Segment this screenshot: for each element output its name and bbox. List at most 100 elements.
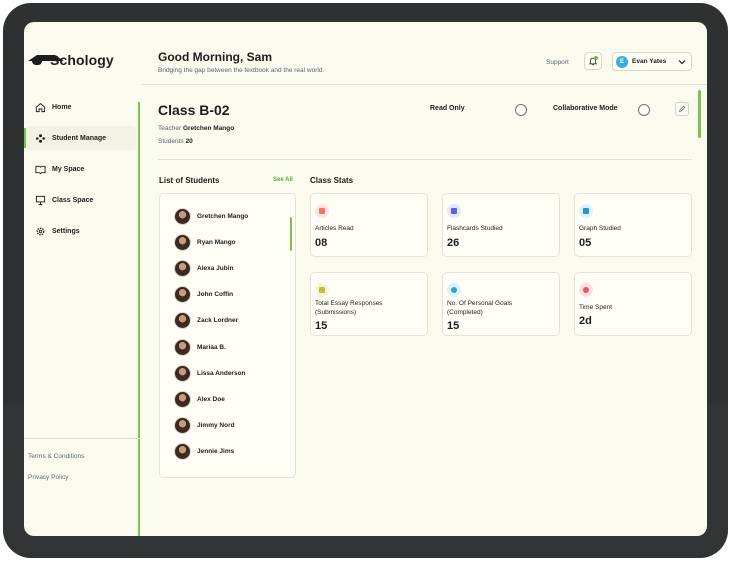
avatar [174,339,191,356]
gear-icon [35,226,46,237]
sidebar-item-settings[interactable]: Settings [26,219,136,243]
student-name: Alex Doe [197,396,225,403]
avatar: E [616,55,628,68]
list-item[interactable]: Jimmy Nord [174,417,235,434]
terms-link[interactable]: Terms & Conditions [24,453,140,460]
teacher-info: Teacher Gretchen Mango [158,125,234,132]
class-title: Class B-02 [158,102,230,118]
stat-card-articles[interactable]: Articles Read 08 [310,193,428,257]
greeting: Good Morning, Sam [158,50,272,64]
privacy-link[interactable]: Privacy Policy [24,474,140,481]
stats-section-title: Class Stats [310,176,354,185]
list-item[interactable]: John Coffin [174,286,233,303]
sidebar-item-student-manage[interactable]: Student Manage [24,126,136,150]
teacher-label: Teacher [158,125,182,132]
list-item[interactable]: Lissa Anderson [174,365,246,382]
student-name: Alexa Jubin [197,265,234,272]
student-name: Gretchen Mango [197,213,249,220]
stat-label: Time Spent [579,304,612,311]
student-name: Zack Lordner [197,317,239,324]
graduation-cap-icon [28,53,64,67]
collaborative-mode-label: Collaborative Mode [553,105,618,112]
student-name: Mariaa B. [197,344,226,351]
article-icon [315,204,329,218]
student-name: Jennie Jims [197,448,235,455]
home-icon [35,102,46,113]
sidebar-item-class-space[interactable]: Class Space [26,188,136,212]
avatar [174,365,191,382]
list-item[interactable]: Gretchen Mango [174,208,248,225]
student-name: Ryan Mango [197,239,236,246]
avatar [174,417,191,434]
edit-button[interactable] [675,102,689,116]
avatar [174,443,191,460]
clock-icon [579,283,593,297]
stat-label: Graph Studied [579,225,621,232]
list-item[interactable]: Zack Lordner [174,312,238,329]
students-list: Gretchen Mango Ryan Mango Alexa Jubin Jo… [159,193,296,478]
students-value: 20 [185,138,193,145]
stat-label: Total Essay Responses (Submissions) [315,300,383,316]
stat-card-goals[interactable]: No. Of Personal Goals (Completed) 15 [442,272,560,336]
sidebar-item-label: My Space [52,165,85,173]
notification-dot [594,56,598,60]
footer-links: Terms & Conditions Privacy Policy [24,438,140,495]
student-name: Jimmy Nord [197,422,235,429]
tagline: Bridging the gap between the textbook an… [158,67,325,74]
stat-card-flashcards[interactable]: Flashcards Studied 26 [442,193,560,257]
chevron-down-icon [678,59,686,64]
students-label: Students [158,138,184,145]
top-header: Good Morning, Sam Bridging the gap betwe… [142,22,707,85]
students-section-title: List of Students [159,176,220,185]
stat-label: Flashcards Studied [447,225,503,232]
sidebar-item-home[interactable]: Home [26,95,136,119]
list-item[interactable]: Mariaa B. [174,339,226,356]
user-name: Evan Yates [632,58,667,65]
book-icon [35,164,46,175]
notifications-button[interactable] [584,52,602,70]
read-only-label: Read Only [430,105,465,112]
app-screen: Schology Home Student Manage My Space Cl… [24,22,707,536]
support-link[interactable]: Support [546,59,569,66]
brand-logo[interactable]: Schology [28,52,114,68]
stat-card-time[interactable]: Time Spent 2d [574,272,692,336]
list-item[interactable]: Ryan Mango [174,234,236,251]
stat-value: 2d [579,315,592,327]
avatar [174,391,191,408]
avatar [174,208,191,225]
page-scrollbar[interactable] [698,90,701,138]
see-all-link[interactable]: See All [273,177,293,183]
teacher-name: Gretchen Mango [182,125,235,132]
user-menu[interactable]: E Evan Yates [612,52,692,71]
flashcard-icon [447,204,461,218]
avatar [174,286,191,303]
stat-label: No. Of Personal Goals (Completed) [447,300,513,316]
sidebar: Schology Home Student Manage My Space Cl… [24,22,140,536]
sidebar-item-label: Student Manage [52,134,107,142]
avatar [174,312,191,329]
students-count: Students 20 [158,138,193,145]
people-icon [35,133,46,144]
read-only-radio[interactable] [515,104,527,116]
list-item[interactable]: Jennie Jims [174,443,234,460]
sidebar-item-my-space[interactable]: My Space [26,157,136,181]
stat-label: Articles Read [315,225,354,232]
list-item[interactable]: Alex Doe [174,391,225,408]
stat-value: 26 [447,237,460,249]
student-name: John Coffin [197,291,234,298]
stat-card-graph[interactable]: Graph Studied 05 [574,193,692,257]
presentation-icon [35,195,46,206]
sidebar-item-label: Class Space [52,196,94,204]
person-icon [447,283,461,297]
sidebar-item-label: Settings [52,227,80,235]
collaborative-mode-radio[interactable] [638,104,650,116]
stat-value: 05 [579,237,592,249]
list-item[interactable]: Alexa Jubin [174,260,233,277]
sidebar-item-label: Home [52,103,72,111]
stat-value: 15 [315,320,328,332]
divider [158,159,692,160]
sidebar-nav: Home Student Manage My Space Class Space… [24,95,136,250]
stat-card-essays[interactable]: Total Essay Responses (Submissions) 15 [310,272,428,336]
stat-value: 08 [315,237,328,249]
students-scrollbar[interactable] [290,217,292,251]
